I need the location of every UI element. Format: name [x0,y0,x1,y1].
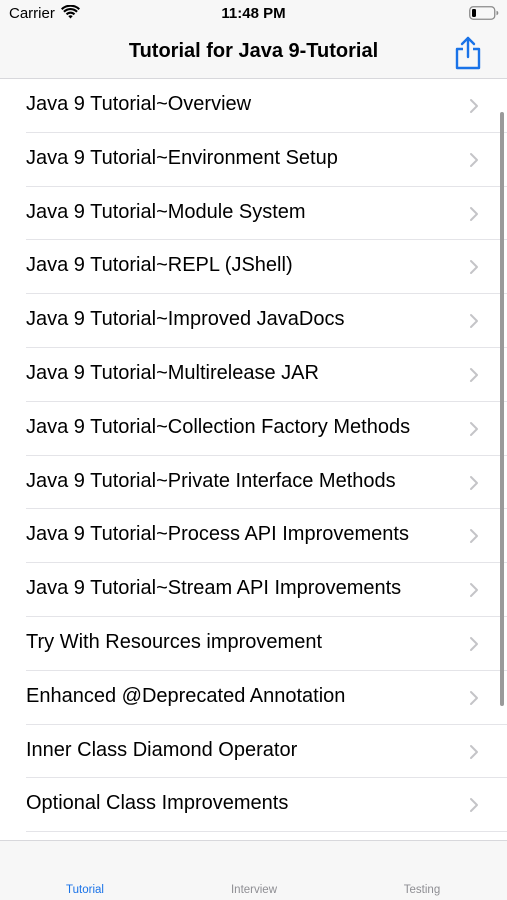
chevron-right-icon [470,421,478,436]
list-item[interactable]: Try With Resources improvement [0,617,507,671]
list-item[interactable]: Java 9 Tutorial~Module System [0,187,507,241]
tab-bar: Tutorial Interview Testing [0,840,507,900]
chevron-right-icon [470,583,478,598]
app-screen: Carrier 11:48 PM Tutorial for Java 9-Tut… [0,0,507,900]
list-item-label: Java 9 Tutorial~Multirelease JAR [26,361,319,384]
list-item[interactable]: Optional Class Improvements [0,778,507,832]
chevron-right-icon [470,636,478,651]
list-item-label: Enhanced @Deprecated Annotation [26,684,346,707]
list-item-label: Java 9 Tutorial~Collection Factory Metho… [26,415,411,438]
list-item[interactable]: Java 9 Tutorial~REPL (JShell) [0,240,507,294]
list-item-label: Java 9 Tutorial~Process API Improvements [26,523,409,546]
status-bar: Carrier 11:48 PM [0,0,507,28]
chevron-right-icon [470,206,478,221]
list-item[interactable]: Enhanced @Deprecated Annotation [0,671,507,725]
list-item-label: Java 9 Tutorial~Overview [26,93,252,115]
status-time: 11:48 PM [221,5,286,22]
list-item-label: Java 9 Tutorial~REPL (JShell) [26,254,293,277]
list-item[interactable]: Java 9 Tutorial~Process API Improvements [0,509,507,563]
tutorial-list: Java 9 Tutorial~Overview Java 9 Tutorial~… [0,79,507,840]
chevron-right-icon [470,99,478,113]
chevron-right-icon [470,475,478,490]
list-item-label: Java 9 Tutorial~Stream API Improvements [26,577,402,600]
chevron-right-icon [470,260,478,275]
share-icon[interactable] [451,35,485,71]
tab-interview[interactable]: Interview [194,884,314,896]
list-item[interactable]: Java 9 Tutorial~Collection Factory Metho… [0,402,507,456]
list-item[interactable]: Java 9 Tutorial~Private Interface Method… [0,456,507,510]
list-item-label: Java 9 Tutorial~Private Interface Method… [26,469,396,492]
list-item[interactable]: Java 9 Tutorial~Stream API Improvements [0,563,507,617]
list-item[interactable]: Java 9 Tutorial~Overview [0,79,507,133]
list-item-label: Java 9 Tutorial~Environment Setup [26,146,338,169]
tab-tutorial[interactable]: Tutorial [25,884,145,896]
chevron-right-icon [470,798,478,813]
list-item-label: Optional Class Improvements [26,792,289,815]
scroll-indicator[interactable] [500,112,504,706]
chevron-right-icon [470,744,478,759]
list-item[interactable]: Java 9 Tutorial~Multirelease JAR [0,348,507,402]
list-item-label: Try With Resources improvement [26,630,322,653]
battery-icon [469,6,499,20]
list-item[interactable]: Java 9 Tutorial~Environment Setup [0,133,507,187]
list-item-label: Java 9 Tutorial~Module System [26,200,306,223]
chevron-right-icon [470,367,478,382]
list-item[interactable]: Inner Class Diamond Operator [0,725,507,779]
page-title: Tutorial for Java 9-Tutorial [128,40,379,62]
list-item-label: Inner Class Diamond Operator [26,738,298,761]
chevron-right-icon [470,152,478,167]
list-item-label: Java 9 Tutorial~Improved JavaDocs [26,308,345,331]
tab-testing[interactable]: Testing [362,884,482,896]
chevron-right-icon [470,529,478,544]
navigation-bar: Tutorial for Java 9-Tutorial [0,28,507,79]
chevron-right-icon [470,314,478,329]
chevron-right-icon [470,690,478,705]
list-item[interactable]: Java 9 Tutorial~Improved JavaDocs [0,294,507,348]
